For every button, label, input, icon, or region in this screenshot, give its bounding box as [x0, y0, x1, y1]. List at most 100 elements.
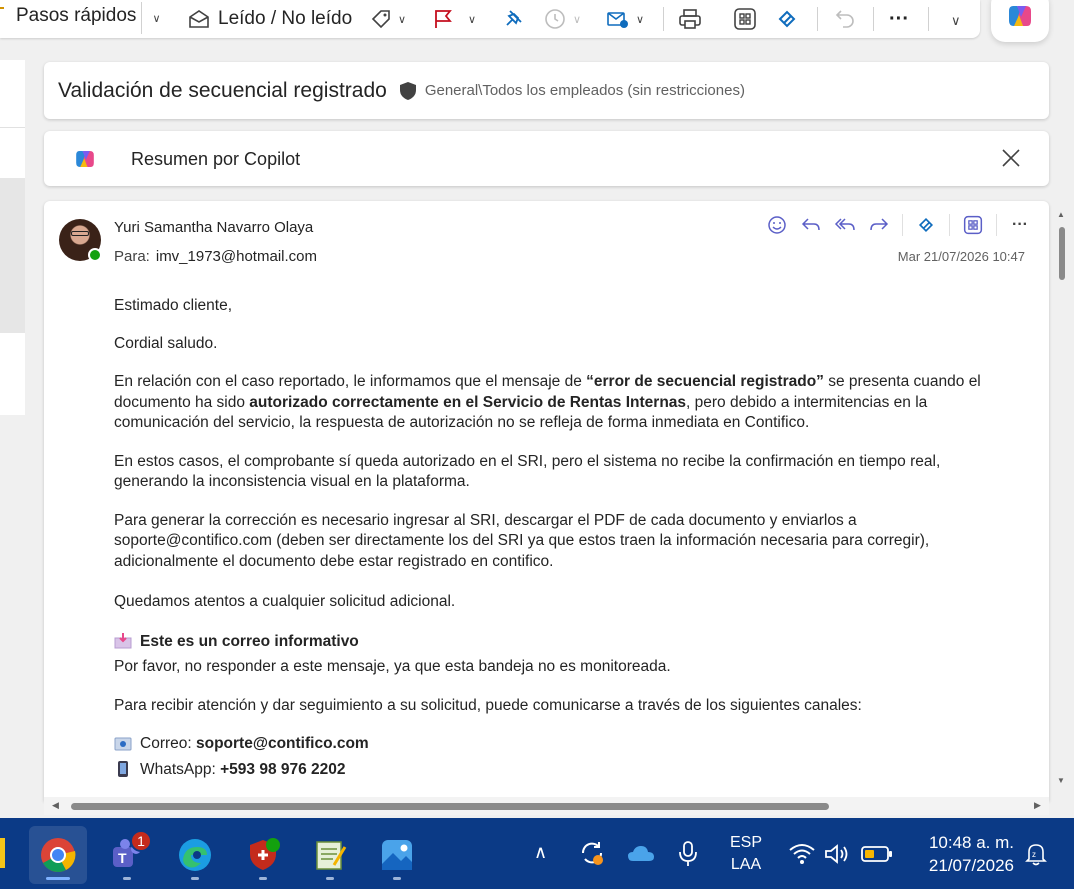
undo-button[interactable]	[833, 3, 857, 35]
notepad-icon	[316, 841, 347, 870]
more-options-button[interactable]: ···	[889, 3, 909, 35]
windows-taskbar: T 1 ∧ ESP LAA 10:48 a. m. 21/07/2026 z	[0, 818, 1074, 889]
chevron-down-icon: ∨	[398, 13, 407, 26]
more-actions-icon[interactable]: ···	[1009, 214, 1031, 236]
subject-header: Validación de secuencial registrado Gene…	[44, 62, 1049, 119]
photos-taskbar-button[interactable]	[368, 826, 426, 884]
divider	[0, 127, 25, 128]
vertical-scrollbar[interactable]: ▲ ▼	[1056, 205, 1068, 790]
paragraph-1: En relación con el caso reportado, le in…	[114, 373, 981, 431]
tag-icon	[371, 10, 390, 29]
edge-taskbar-button[interactable]	[166, 826, 224, 884]
pin-button[interactable]	[502, 3, 524, 35]
whatsapp-channel: WhatsApp: +593 98 976 2202	[114, 760, 1014, 784]
emoji-react-icon[interactable]	[766, 214, 788, 236]
loop-icon[interactable]	[915, 214, 937, 236]
clock-icon	[545, 9, 565, 29]
categorize-button[interactable]: ∨	[370, 3, 406, 35]
microphone-icon[interactable]	[678, 840, 698, 873]
quick-steps-dropdown[interactable]: ∨	[141, 2, 171, 34]
forward-icon[interactable]	[868, 214, 890, 236]
reply-icon[interactable]	[800, 214, 822, 236]
chevron-down-icon: ∨	[636, 13, 645, 26]
shield-app-icon	[250, 838, 280, 870]
ribbon-toolbar: Pasos rápidos ∨ Leído / No leído ∨ ∨ ∨ ∨	[0, 0, 980, 38]
inbox-tray-icon	[114, 632, 132, 656]
chevron-down-icon: ∨	[468, 13, 477, 26]
onedrive-icon[interactable]	[627, 844, 655, 867]
message-date: Mar 21/07/2026 10:47	[897, 249, 1025, 264]
snooze-button[interactable]: ∨	[543, 3, 581, 35]
notifications-dnd-icon[interactable]: z	[1025, 842, 1047, 871]
active-indicator	[46, 877, 70, 880]
input-language-indicator[interactable]: ESP LAA	[728, 832, 764, 876]
security-app-taskbar-button[interactable]	[234, 826, 292, 884]
apps-button[interactable]	[733, 3, 757, 35]
quick-steps-button[interactable]: Pasos rápidos	[0, 0, 136, 32]
printer-icon	[679, 9, 701, 29]
scroll-up-arrow-icon[interactable]: ▲	[1057, 210, 1065, 219]
horizontal-scrollbar[interactable]: ◀ ▶	[44, 797, 1049, 815]
close-icon[interactable]	[1001, 148, 1021, 173]
copilot-summary-title: Resumen por Copilot	[131, 149, 301, 169]
clock-date: 21/07/2026	[928, 856, 1014, 875]
quick-steps-label: Pasos rápidos	[16, 5, 137, 26]
volume-icon[interactable]	[824, 843, 852, 870]
ribbon-expand-button[interactable]: ∨	[945, 5, 961, 37]
reading-pane-message: Yuri Samantha Navarro Olaya Para: imv_197…	[44, 201, 1049, 801]
channels-intro: Para recibir atención y dar seguimiento …	[114, 696, 862, 714]
scroll-left-arrow-icon[interactable]: ◀	[52, 800, 59, 811]
running-indicator	[326, 877, 334, 880]
keyboard-layout: LAA	[730, 856, 762, 873]
copilot-summary-bar[interactable]: Resumen por Copilot	[44, 131, 1049, 186]
scroll-thumb[interactable]	[71, 803, 829, 810]
chevron-up-icon: ∧	[534, 842, 548, 862]
teams-taskbar-button[interactable]: T 1	[98, 826, 156, 884]
scroll-down-arrow-icon[interactable]: ▼	[1057, 776, 1065, 785]
scroll-right-arrow-icon[interactable]: ▶	[1034, 800, 1041, 811]
recipients-line: Para: imv_1973@hotmail.com	[114, 248, 317, 265]
sender-name[interactable]: Yuri Samantha Navarro Olaya	[114, 219, 313, 236]
print-button[interactable]	[678, 3, 702, 35]
read-unread-button[interactable]: Leído / No leído	[188, 3, 352, 35]
undo-icon	[835, 10, 854, 28]
toolbar-divider	[663, 7, 664, 31]
reply-all-icon[interactable]	[834, 214, 856, 236]
sensitivity-label[interactable]: General\Todos los empleados (sin restric…	[425, 82, 745, 99]
chevron-down-icon: ∨	[573, 13, 582, 26]
recipient-address[interactable]: imv_1973@hotmail.com	[156, 248, 317, 265]
pin-icon	[506, 10, 522, 26]
apps-grid-icon[interactable]	[962, 214, 984, 236]
chrome-taskbar-button[interactable]	[29, 826, 87, 884]
clock-time: 10:48 a. m.	[928, 833, 1014, 852]
chevron-down-icon: ∨	[951, 13, 961, 28]
show-hidden-icons-button[interactable]: ∧	[534, 842, 547, 863]
shield-icon	[399, 81, 417, 101]
notepad-app-taskbar-button[interactable]	[301, 826, 359, 884]
wifi-icon[interactable]	[789, 843, 815, 870]
copilot-icon	[1009, 6, 1031, 26]
scroll-thumb[interactable]	[1059, 227, 1065, 280]
selected-message-item[interactable]	[0, 178, 25, 333]
salutation: Cordial saludo.	[114, 334, 218, 352]
taskbar-app-edge[interactable]	[0, 838, 5, 868]
support-email-link[interactable]: soporte@contifico.com	[196, 735, 369, 752]
flag-icon	[435, 10, 452, 28]
message-list-pane	[0, 60, 25, 415]
paragraph-4: Quedamos atentos a cualquier solicitud a…	[114, 593, 456, 610]
battery-icon[interactable]	[861, 845, 893, 868]
flag-button[interactable]: ∨	[432, 3, 476, 35]
rules-button[interactable]: ∨	[606, 3, 644, 35]
system-clock[interactable]: 10:48 a. m. 21/07/2026	[912, 831, 1014, 877]
message-body: Estimado cliente, Cordial saludo. En rel…	[114, 296, 1014, 783]
notification-badge: 1	[130, 830, 152, 852]
edge-icon	[179, 839, 211, 871]
ellipsis-icon: ···	[889, 7, 909, 30]
toolbar-divider	[817, 7, 818, 31]
loop-button[interactable]	[774, 3, 800, 35]
divider	[949, 214, 950, 236]
whatsapp-number[interactable]: +593 98 976 2202	[220, 761, 345, 778]
envelope-open-icon	[189, 10, 209, 28]
copilot-app-button[interactable]	[991, 0, 1049, 42]
sync-status-icon[interactable]	[579, 840, 605, 871]
